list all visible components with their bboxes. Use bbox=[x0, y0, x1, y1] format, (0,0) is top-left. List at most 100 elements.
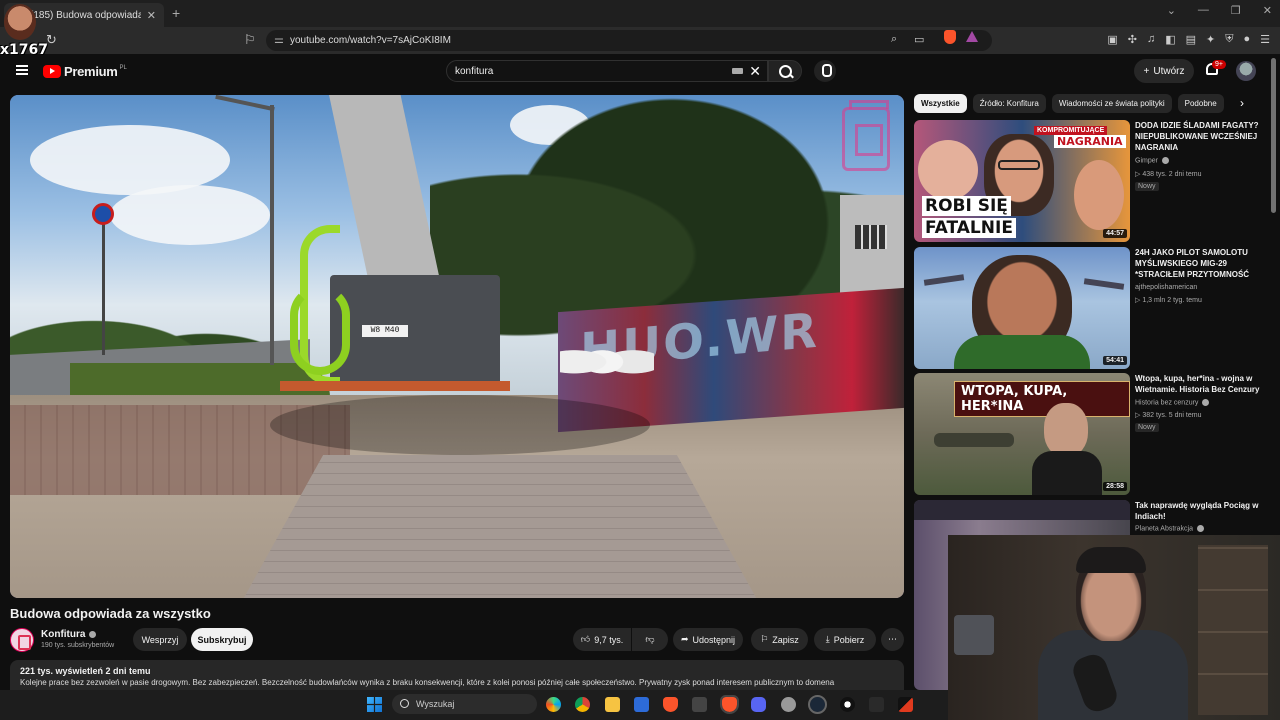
browser-toolbar: ↻ ⚐ ⚌ youtube.com/watch?v=7sAjCoKI8IM ⌕ … bbox=[0, 27, 1280, 54]
share-label: Udostępnij bbox=[692, 634, 736, 645]
app-icon[interactable] bbox=[869, 697, 884, 712]
video-player[interactable]: HUO.WR W8 M40 bbox=[10, 95, 904, 598]
thumbs-up-icon: 👍︎ bbox=[580, 634, 591, 644]
window-controls: ⌄ — ❐ ✕ bbox=[1167, 4, 1272, 17]
taskbar-search-input[interactable]: Wyszukaj bbox=[392, 694, 537, 714]
recommendation-item[interactable]: WTOPA, KUPA, HER*INA 28:58 Wtopa, kupa, … bbox=[914, 373, 1264, 495]
create-button[interactable]: + Utwórz bbox=[1134, 59, 1194, 83]
settings-gear-icon[interactable] bbox=[781, 697, 796, 712]
address-bar[interactable]: ⚌ youtube.com/watch?v=7sAjCoKI8IM ⌕ ▭ bbox=[266, 30, 992, 51]
chip-all[interactable]: Wszystkie bbox=[914, 94, 967, 113]
youtube-header: Premium PL konfitura ✕ + Utwórz 9+ bbox=[0, 54, 1280, 90]
obs-icon[interactable] bbox=[840, 697, 855, 712]
share-button[interactable]: ➦ Udostępnij bbox=[673, 628, 743, 651]
support-button[interactable]: Wesprzyj bbox=[133, 628, 187, 651]
site-info-icon[interactable]: ⚌ bbox=[274, 33, 284, 46]
cast-icon[interactable]: ▭ bbox=[914, 33, 924, 46]
thumb-face bbox=[1044, 403, 1088, 457]
search-input[interactable]: konfitura ✕ bbox=[446, 60, 768, 82]
create-label: Utwórz bbox=[1153, 65, 1185, 77]
webcam-overlay bbox=[948, 535, 1280, 720]
brave-rewards-icon[interactable] bbox=[966, 31, 978, 42]
menu-icon[interactable]: ☰ bbox=[1260, 33, 1270, 46]
channel-name: Konfitura bbox=[41, 629, 86, 640]
thumbs-down-icon: 👎︎ bbox=[645, 634, 655, 644]
brave-shields-icon[interactable] bbox=[944, 30, 956, 44]
more-actions-button[interactable]: ⋯ bbox=[881, 628, 904, 651]
page-scrollbar[interactable] bbox=[1271, 58, 1276, 213]
vpn-icon[interactable]: ⛨ bbox=[1225, 33, 1233, 46]
rec-channel[interactable]: Historia bez cenzury bbox=[1135, 399, 1210, 406]
video-thumbnail[interactable]: KOMPROMITUJĄCE NAGRANIA ROBI SIĘ FATALNI… bbox=[914, 120, 1130, 242]
sidebar-icon[interactable]: ◧ bbox=[1165, 33, 1175, 46]
user-avatar[interactable] bbox=[1236, 61, 1256, 81]
brave-icon[interactable] bbox=[663, 697, 678, 712]
thumb-label: KOMPROMITUJĄCE bbox=[1034, 126, 1108, 135]
chrome-icon[interactable] bbox=[575, 697, 590, 712]
logo-word: Premium bbox=[64, 64, 118, 79]
chip-politics[interactable]: Wiadomości ze świata polityki bbox=[1051, 94, 1172, 113]
channel-avatar[interactable] bbox=[10, 628, 34, 652]
tab-title: (185) Budowa odpowiada za wszystko bbox=[30, 9, 141, 21]
puzzle-icon[interactable]: ✣ bbox=[1128, 33, 1137, 46]
leo-icon[interactable]: ✦ bbox=[1206, 33, 1215, 46]
share-icon: ➦ bbox=[680, 634, 689, 644]
extension-icon[interactable]: ▣ bbox=[1107, 33, 1117, 46]
app-icon[interactable] bbox=[898, 697, 913, 712]
rec-title[interactable]: 24H JAKO PILOT SAMOLOTU MYŚLIWSKIEGO MIG… bbox=[1135, 247, 1265, 280]
zoom-icon[interactable]: ⌕ bbox=[891, 33, 897, 46]
download-button[interactable]: ⤓ Pobierz bbox=[814, 628, 876, 651]
tab-search-icon[interactable]: ⌄ bbox=[1167, 4, 1176, 17]
copilot-icon[interactable] bbox=[546, 697, 561, 712]
rec-channel[interactable]: Planeta Abstrakcja bbox=[1135, 525, 1204, 532]
rec-channel[interactable]: Gimper bbox=[1135, 157, 1169, 164]
app-icon[interactable] bbox=[692, 697, 707, 712]
chip-similar[interactable]: Podobne bbox=[1177, 94, 1224, 113]
verified-icon bbox=[1202, 399, 1210, 406]
recommendation-item[interactable]: 54:41 24H JAKO PILOT SAMOLOTU MYŚLIWSKIE… bbox=[914, 247, 1264, 369]
dislike-button[interactable]: 👎︎ bbox=[632, 628, 668, 651]
video-thumbnail[interactable]: WTOPA, KUPA, HER*INA 28:58 bbox=[914, 373, 1130, 495]
video-duration: 28:58 bbox=[1103, 482, 1127, 491]
voice-search-button[interactable] bbox=[814, 60, 836, 82]
music-icon[interactable]: ♫ bbox=[1147, 33, 1155, 46]
thumb-face bbox=[1074, 160, 1124, 230]
channel-name-row[interactable]: Konfitura bbox=[41, 629, 97, 640]
restore-icon[interactable]: ❐ bbox=[1231, 4, 1241, 17]
close-window-icon[interactable]: ✕ bbox=[1263, 4, 1272, 17]
rec-title[interactable]: Tak naprawdę wygląda Pociąg w Indiach! bbox=[1135, 500, 1265, 522]
minimize-icon[interactable]: — bbox=[1198, 4, 1209, 17]
rec-title[interactable]: Wtopa, kupa, her*ina - wojna w Wietnamie… bbox=[1135, 373, 1265, 395]
rec-channel[interactable]: ajthepolishamerican bbox=[1135, 284, 1197, 291]
rec-title[interactable]: DODA IDZIE ŚLADAMI FAGATY? NIEPUBLIKOWAN… bbox=[1135, 120, 1265, 153]
new-tab-button[interactable]: + bbox=[172, 5, 180, 21]
wallet-icon[interactable]: ▤ bbox=[1186, 33, 1196, 46]
store-icon[interactable] bbox=[634, 697, 649, 712]
verified-icon bbox=[1161, 157, 1169, 164]
more-icon: ⋯ bbox=[888, 634, 897, 644]
search-button[interactable] bbox=[768, 60, 802, 82]
save-label: Zapisz bbox=[772, 634, 799, 645]
filter-chips: Wszystkie Źródło: Konfitura Wiadomości z… bbox=[914, 94, 1254, 114]
save-button[interactable]: ⚐ Zapisz bbox=[751, 628, 808, 651]
like-button[interactable]: 👍︎ 9,7 tys. bbox=[573, 628, 631, 651]
steam-icon[interactable] bbox=[808, 695, 827, 714]
video-title: Budowa odpowiada za wszystko bbox=[10, 606, 211, 621]
file-explorer-icon[interactable] bbox=[605, 697, 620, 712]
bookmark-save-icon: ⚐ bbox=[760, 634, 769, 644]
brave-active-icon[interactable] bbox=[720, 695, 739, 714]
tab-close-icon[interactable]: ✕ bbox=[147, 9, 156, 22]
hamburger-menu-icon[interactable] bbox=[16, 65, 28, 75]
channel-watermark-icon[interactable] bbox=[842, 100, 890, 171]
chip-source[interactable]: Źródło: Konfitura bbox=[972, 94, 1046, 113]
clear-search-icon[interactable]: ✕ bbox=[749, 63, 761, 80]
subscribe-button[interactable]: Subskrybuj bbox=[191, 628, 253, 651]
chevron-right-icon[interactable]: › bbox=[1240, 96, 1244, 110]
keyboard-icon[interactable] bbox=[732, 68, 743, 74]
video-thumbnail[interactable]: 54:41 bbox=[914, 247, 1130, 369]
recommendation-item[interactable]: KOMPROMITUJĄCE NAGRANIA ROBI SIĘ FATALNI… bbox=[914, 120, 1264, 242]
youtube-logo[interactable]: Premium PL bbox=[43, 64, 127, 79]
profile-icon[interactable]: ● bbox=[1243, 33, 1250, 46]
bookmark-icon[interactable]: ⚐ bbox=[244, 32, 256, 48]
discord-icon[interactable] bbox=[751, 697, 766, 712]
